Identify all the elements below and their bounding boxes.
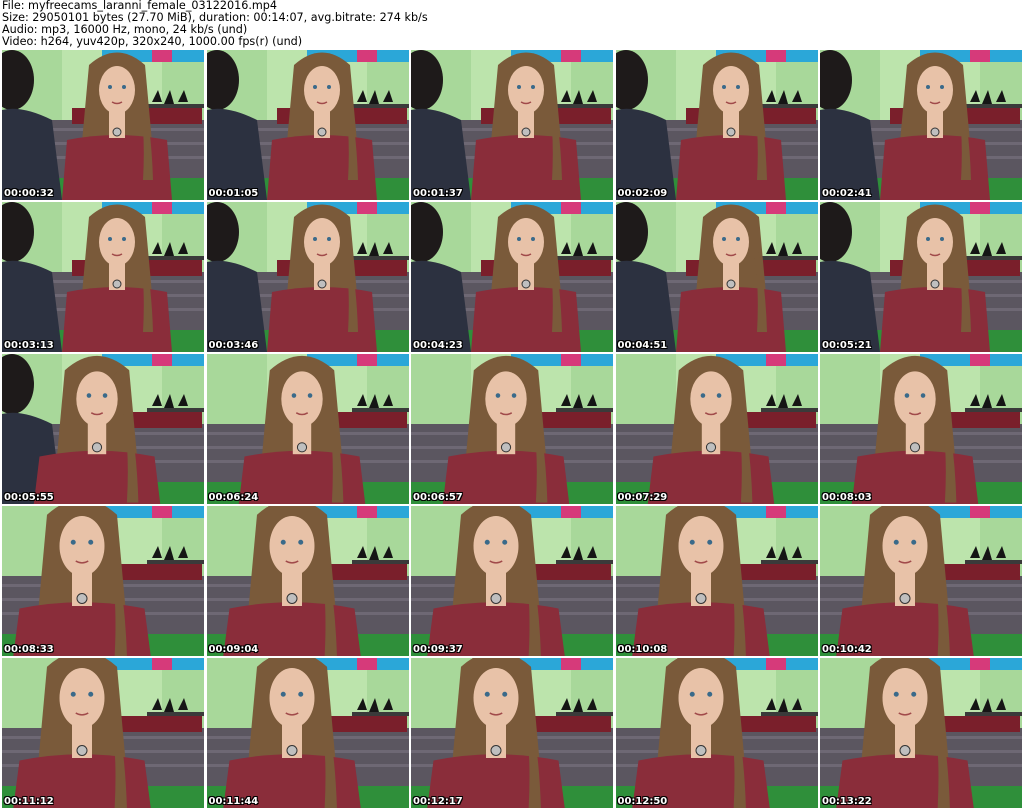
- frame-timestamp: 00:11:12: [4, 796, 54, 807]
- frame-timestamp: 00:13:22: [822, 796, 872, 807]
- file-size-line: Size: 29050101 bytes (27.70 MiB), durati…: [2, 12, 428, 24]
- frame-scene-image: [615, 658, 818, 808]
- frame-timestamp: 00:00:32: [4, 188, 54, 199]
- video-frame-thumbnail: 00:03:46: [206, 202, 409, 352]
- frame-scene-image: [411, 506, 613, 656]
- frame-timestamp: 00:10:08: [617, 644, 668, 655]
- video-frame-thumbnail: 00:04:51: [615, 202, 818, 352]
- video-frame-thumbnail: 00:03:13: [2, 202, 204, 352]
- frame-timestamp: 00:01:37: [413, 188, 463, 199]
- frame-scene-image: [615, 506, 818, 656]
- frame-scene-image: [2, 202, 204, 352]
- frame-timestamp: 00:12:17: [413, 796, 463, 807]
- frame-scene-image: [820, 506, 1022, 656]
- video-frame-thumbnail: 00:04:23: [411, 202, 613, 352]
- frame-timestamp: 00:05:21: [822, 340, 872, 351]
- video-frame-thumbnail: 00:09:37: [411, 506, 613, 656]
- frame-scene-image: [615, 202, 818, 352]
- video-frame-thumbnail: 00:05:55: [2, 354, 204, 504]
- frame-timestamp: 00:03:46: [208, 340, 259, 351]
- video-frame-thumbnail: 00:10:08: [615, 506, 818, 656]
- video-frame-thumbnail: 00:08:33: [2, 506, 204, 656]
- frame-timestamp: 00:05:55: [4, 492, 54, 503]
- frame-scene-image: [206, 50, 409, 200]
- video-frame-thumbnail: 00:06:57: [411, 354, 613, 504]
- video-frame-thumbnail: 00:11:44: [206, 658, 409, 808]
- video-frame-thumbnail: 00:11:12: [2, 658, 204, 808]
- frame-scene-image: [820, 658, 1022, 808]
- video-frame-thumbnail: 00:09:04: [206, 506, 409, 656]
- video-info-line: Video: h264, yuv420p, 320x240, 1000.00 f…: [2, 36, 303, 48]
- frame-scene-image: [820, 202, 1022, 352]
- audio-info-line: Audio: mp3, 16000 Hz, mono, 24 kb/s (und…: [2, 24, 248, 36]
- video-frame-thumbnail: 00:00:32: [2, 50, 204, 200]
- video-frame-thumbnail: 00:01:37: [411, 50, 613, 200]
- frame-scene-image: [411, 354, 613, 504]
- thumbnail-grid: 00:00:32 00:01:05 00:01:37 00:02:09 00:02:41…: [2, 50, 1022, 811]
- frame-timestamp: 00:12:50: [617, 796, 668, 807]
- frame-scene-image: [206, 506, 409, 656]
- file-info-header: File: myfreecams_laranni_female_03122016…: [2, 0, 1022, 48]
- frame-scene-image: [206, 354, 409, 504]
- video-frame-thumbnail: 00:12:17: [411, 658, 613, 808]
- video-frame-thumbnail: 00:02:41: [820, 50, 1022, 200]
- frame-timestamp: 00:08:03: [822, 492, 872, 503]
- video-frame-thumbnail: 00:06:24: [206, 354, 409, 504]
- frame-scene-image: [2, 354, 204, 504]
- frame-timestamp: 00:02:09: [617, 188, 668, 199]
- video-frame-thumbnail: 00:13:22: [820, 658, 1022, 808]
- frame-timestamp: 00:09:37: [413, 644, 463, 655]
- frame-scene-image: [2, 658, 204, 808]
- file-name-line: File: myfreecams_laranni_female_03122016…: [2, 0, 278, 12]
- video-frame-thumbnail: 00:07:29: [615, 354, 818, 504]
- frame-timestamp: 00:07:29: [617, 492, 668, 503]
- frame-scene-image: [615, 50, 818, 200]
- frame-scene-image: [2, 506, 204, 656]
- frame-timestamp: 00:01:05: [208, 188, 259, 199]
- frame-timestamp: 00:11:44: [208, 796, 259, 807]
- frame-scene-image: [820, 50, 1022, 200]
- frame-scene-image: [2, 50, 204, 200]
- video-frame-thumbnail: 00:01:05: [206, 50, 409, 200]
- frame-timestamp: 00:03:13: [4, 340, 54, 351]
- frame-scene-image: [411, 658, 613, 808]
- video-frame-thumbnail: 00:10:42: [820, 506, 1022, 656]
- frame-timestamp: 00:02:41: [822, 188, 872, 199]
- frame-scene-image: [206, 658, 409, 808]
- frame-timestamp: 00:10:42: [822, 644, 872, 655]
- frame-timestamp: 00:04:51: [617, 340, 668, 351]
- video-frame-thumbnail: 00:05:21: [820, 202, 1022, 352]
- frame-scene-image: [411, 202, 613, 352]
- frame-timestamp: 00:06:24: [208, 492, 259, 503]
- frame-timestamp: 00:06:57: [413, 492, 463, 503]
- frame-scene-image: [411, 50, 613, 200]
- video-frame-thumbnail: 00:02:09: [615, 50, 818, 200]
- video-frame-thumbnail: 00:08:03: [820, 354, 1022, 504]
- video-frame-thumbnail: 00:12:50: [615, 658, 818, 808]
- frame-timestamp: 00:09:04: [208, 644, 259, 655]
- frame-scene-image: [820, 354, 1022, 504]
- frame-timestamp: 00:08:33: [4, 644, 54, 655]
- frame-scene-image: [615, 354, 818, 504]
- frame-timestamp: 00:04:23: [413, 340, 463, 351]
- frame-scene-image: [206, 202, 409, 352]
